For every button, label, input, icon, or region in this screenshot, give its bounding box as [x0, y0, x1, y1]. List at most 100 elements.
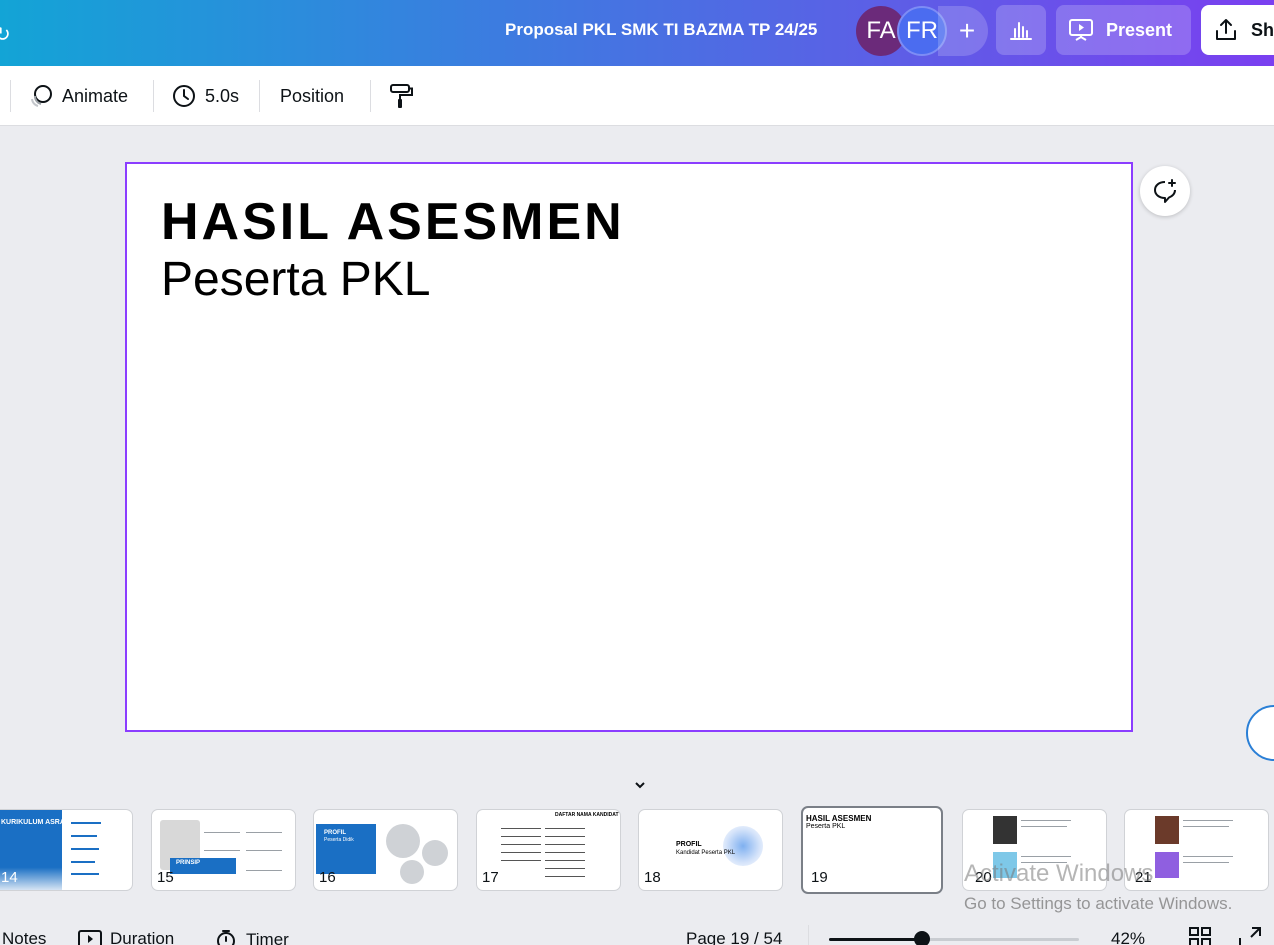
thumbnail-line	[545, 828, 585, 829]
plus-icon: +	[958, 15, 976, 46]
page-thumbnail-19[interactable]: HASIL ASESMEN Peserta PKL 19	[801, 806, 943, 894]
page-indicator-text: Page 19 / 54	[686, 929, 783, 945]
toolbar-divider	[153, 80, 154, 112]
zoom-slider-handle[interactable]	[914, 931, 930, 945]
thumbnail-line	[501, 852, 541, 853]
toolbar-divider	[370, 80, 371, 112]
thumbnail-photo	[400, 860, 424, 884]
thumbnail-line	[71, 848, 99, 850]
chevron-down-icon	[635, 782, 645, 789]
thumbnail-title: PRINSIP	[176, 860, 201, 866]
zoom-value: 42%	[1111, 929, 1146, 945]
thumbnail-number: 17	[482, 869, 499, 886]
duration-value: 5.0s	[205, 85, 240, 106]
thumbnail-line	[545, 868, 585, 869]
document-title[interactable]: Proposal PKL SMK TI BAZMA TP 24/25	[505, 20, 817, 40]
thumbnail-line	[545, 860, 585, 861]
undo-icon[interactable]: ↻	[0, 22, 11, 47]
timer-label: Timer	[246, 930, 289, 945]
thumbnail-line	[246, 850, 282, 851]
page-thumbnail-14[interactable]: KURIKULUM ASRAMA 14	[0, 809, 133, 891]
thumbnail-title: HASIL ASESMEN	[806, 814, 872, 823]
page-thumbnail-15[interactable]: PRINSIP 15	[151, 809, 296, 891]
duration-footer-label: Duration	[110, 929, 175, 945]
present-button[interactable]: Present	[1056, 5, 1191, 55]
grid-view-button[interactable]	[1188, 926, 1220, 945]
thumbnail-photo	[1155, 816, 1179, 844]
animate-icon	[31, 85, 52, 107]
add-comment-button[interactable]	[1140, 166, 1190, 216]
page-thumbnail-18[interactable]: PROFIL Kandidat Peserta PKL 18	[638, 809, 783, 891]
editor-toolbar: Animate 5.0s Position	[0, 66, 1274, 126]
thumbnail-line	[545, 844, 585, 845]
bar-chart-icon	[1010, 22, 1032, 40]
slide-subtitle[interactable]: Peserta PKL	[161, 252, 430, 307]
thumbnail-photo	[993, 816, 1017, 844]
thumbnail-photo	[1155, 852, 1179, 878]
notes-label: Notes	[2, 929, 47, 945]
thumbnail-title: DAFTAR NAMA KANDIDAT	[555, 812, 619, 818]
thumbnail-line	[246, 832, 282, 833]
presentation-icon	[1069, 19, 1093, 41]
position-button[interactable]: Position	[280, 80, 344, 112]
thumbnail-line	[1021, 820, 1071, 821]
activate-windows-watermark: Activate Windows	[964, 860, 1154, 887]
play-icon	[78, 930, 102, 945]
thumbnail-line	[545, 836, 585, 837]
thumbnail-line	[1021, 826, 1067, 827]
copy-style-button[interactable]	[388, 80, 422, 112]
slide-canvas[interactable]: HASIL ASESMEN Peserta PKL	[125, 162, 1133, 732]
collapse-pages-button[interactable]	[595, 773, 685, 797]
thumbnail-line	[501, 828, 541, 829]
thumbnail-line	[71, 861, 95, 863]
thumbnail-number: 14	[1, 869, 18, 886]
top-bar: ↻ Proposal PKL SMK TI BAZMA TP 24/25 FA …	[0, 0, 1274, 66]
duration-button[interactable]: 5.0s	[171, 80, 239, 112]
thumbnail-line	[204, 832, 240, 833]
footer-divider	[808, 925, 809, 945]
share-label: Sh	[1251, 19, 1274, 40]
insights-button[interactable]	[996, 5, 1046, 55]
paint-roller-icon	[390, 84, 413, 108]
thumbnail-line	[501, 860, 541, 861]
page-thumbnail-17[interactable]: DAFTAR NAMA KANDIDAT 17	[476, 809, 621, 891]
thumbnail-line	[545, 852, 585, 853]
page-indicator[interactable]: Page 19 / 54	[686, 929, 782, 945]
zoom-percentage[interactable]: 42%	[1111, 929, 1145, 945]
animate-label: Animate	[62, 85, 129, 106]
thumbnail-number: 15	[157, 869, 174, 886]
thumbnail-title: KURIKULUM ASRAMA	[1, 819, 76, 826]
expand-icon	[1239, 927, 1261, 945]
thumbnail-line	[1183, 820, 1233, 821]
thumbnail-photo	[422, 840, 448, 866]
thumbnail-photo	[386, 824, 420, 858]
duration-footer-button[interactable]: Duration	[78, 929, 174, 945]
thumbnail-line	[1183, 856, 1233, 857]
thumbnail-line	[71, 822, 101, 824]
thumbnail-line	[204, 850, 240, 851]
timer-button[interactable]: Timer	[214, 929, 289, 945]
thumbnail-number: 18	[644, 869, 661, 886]
thumbnail-line	[501, 836, 541, 837]
upload-icon	[1216, 19, 1236, 40]
animate-button[interactable]: Animate	[28, 80, 128, 112]
fullscreen-button[interactable]	[1238, 926, 1270, 945]
thumbnail-number: 16	[319, 869, 336, 886]
thumbnail-line	[71, 873, 99, 875]
thumbnail-line	[545, 876, 585, 877]
thumbnail-line	[246, 870, 282, 871]
thumbnail-title: PROFIL	[324, 830, 346, 836]
notes-button[interactable]: Notes	[2, 929, 46, 945]
share-button[interactable]: Sh	[1201, 5, 1274, 55]
help-button[interactable]	[1246, 705, 1274, 761]
thumbnail-line	[71, 835, 97, 837]
toolbar-divider	[259, 80, 260, 112]
page-thumbnail-16[interactable]: PROFIL Peserta Didik 16	[313, 809, 458, 891]
thumbnail-title: PROFIL	[676, 841, 702, 848]
comment-add-icon	[1154, 179, 1176, 203]
thumbnail-subtitle: Peserta Didik	[324, 837, 354, 843]
slide-title[interactable]: HASIL ASESMEN	[161, 192, 625, 252]
thumbnail-line	[501, 844, 541, 845]
stopwatch-icon	[217, 930, 235, 945]
add-collaborator-button[interactable]: +	[938, 6, 988, 56]
